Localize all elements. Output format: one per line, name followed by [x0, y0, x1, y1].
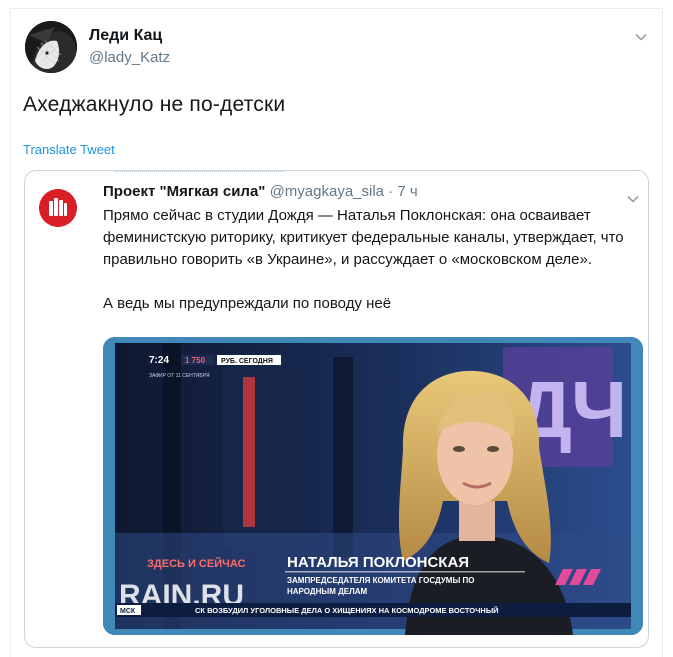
translate-tweet-link[interactable]: Translate Tweet: [23, 142, 115, 157]
guest-title-line1: ЗАМПРЕДСЕДАТЕЛЯ КОМИТЕТА ГОСДУМЫ ПО: [287, 576, 475, 585]
quoted-author-name[interactable]: Проект "Мягкая сила": [103, 183, 265, 200]
guest-title-line2: НАРОДНЫМ ДЕЛАМ: [287, 587, 368, 596]
author-handle[interactable]: @lady_Katz: [89, 49, 170, 66]
quoted-paragraph: Прямо сейчас в студии Дождя — Наталья По…: [103, 207, 624, 268]
quoted-menu-chevron-down-icon[interactable]: [627, 193, 639, 205]
author-name[interactable]: Леди Кац: [89, 27, 162, 45]
channel-mark-icon: [555, 569, 601, 585]
broadcast-date-line: ЗАФИР ОТ 11 СЕНТЯБРЯ: [149, 373, 210, 379]
quoted-tweet[interactable]: Проект "Мягкая сила" @myagkaya_sila · 7 …: [24, 170, 649, 648]
guest-name: НАТАЛЬЯ ПОКЛОНСКАЯ: [287, 554, 469, 571]
quoted-header: Проект "Мягкая сила" @myagkaya_sila · 7 …: [103, 183, 418, 200]
quoted-text: Прямо сейчас в студии Дождя — Наталья По…: [103, 205, 633, 315]
video-screenshot[interactable]: ДЧ 7:24 1 750 РУБ. СЕГОДНЯ ЗАФИР ОТ 11 С…: [103, 337, 643, 635]
author-avatar[interactable]: [25, 21, 77, 73]
tweet-menu-chevron-down-icon[interactable]: [635, 31, 647, 43]
tweet-card: Леди Кац @lady_Katz Ахеджакнуло не по-де…: [10, 8, 663, 657]
broadcast-price-caption: РУБ. СЕГОДНЯ: [221, 358, 273, 365]
broadcast-clock: 7:24: [149, 355, 169, 366]
tweet-text: Ахеджакнуло не по-детски: [23, 93, 286, 116]
cutoff-divider: [115, 171, 285, 175]
quoted-author-meta[interactable]: @myagkaya_sila · 7 ч: [270, 183, 418, 200]
ticker-text: СК ВОЗБУДИЛ УГОЛОВНЫЕ ДЕЛА О ХИЩЕНИЯХ НА…: [195, 606, 499, 615]
ticker-tag: МСК: [120, 608, 136, 615]
quoted-paragraph: А ведь мы предупреждали по поводу неё: [103, 295, 392, 312]
segment-label: ЗДЕСЬ И СЕЙЧАС: [147, 557, 246, 570]
broadcast-price: 1 750: [185, 356, 206, 365]
quoted-author-avatar[interactable]: [39, 189, 77, 227]
